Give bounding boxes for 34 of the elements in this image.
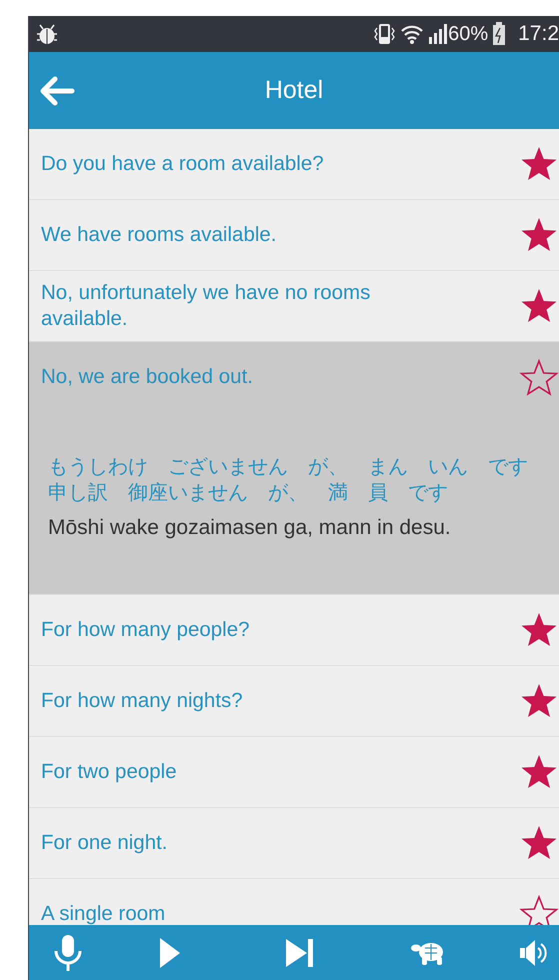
phrase-text: For one night. [41,830,168,856]
phrase-text: For how many nights? [41,688,243,714]
phrase-row[interactable]: Do you have a room available? [29,129,559,200]
phrase-text: For how many people? [41,617,250,643]
phrase-row[interactable]: We have rooms available. [29,200,559,271]
vibrate-icon [372,23,396,45]
signal-icon [428,23,448,45]
screen-title: Hotel [264,76,324,104]
phrase-row[interactable]: For how many people? [29,595,559,666]
microphone-icon[interactable] [53,934,83,972]
kana-text: もうしわけ ございません が、 まん いん です [48,455,529,480]
kanji-text: 申し訳 御座いません が、 満 員 です [48,481,449,506]
star-icon[interactable] [519,358,559,398]
phrase-text: For two people [41,759,177,785]
star-icon[interactable] [519,894,559,925]
phrase-text: We have rooms available. [41,222,276,248]
battery-percent: 60% [448,22,488,46]
phrase-text: No, unfortunately we have no rooms available. [41,280,372,332]
phrase-row[interactable]: For one night. [29,808,559,879]
phrase-text: Do you have a room available? [41,151,324,177]
speaker-icon[interactable] [519,938,549,968]
phrase-row[interactable]: No, we are booked out. もうしわけ ございません が、 まん いん です 申し訳 御座いません が、 満 員 です Mōshi wake gozaimasen ga, mann in desu. [29,342,559,595]
phrase-text: No, we are booked out. [41,364,253,390]
bug-icon [35,23,59,45]
clock-time: 17:2 [518,22,559,46]
back-arrow-icon[interactable] [39,76,75,106]
play-icon[interactable] [159,936,181,968]
skip-next-icon[interactable] [285,938,315,968]
wifi-icon [400,23,424,45]
romaji-text: Mōshi wake gozaimasen ga, mann in desu. [48,516,452,540]
phrase-row[interactable]: For how many nights? [29,666,559,737]
battery-charging-icon [492,22,506,46]
phrase-row[interactable]: For two people [29,737,559,808]
phrase-text: A single room [41,901,166,925]
